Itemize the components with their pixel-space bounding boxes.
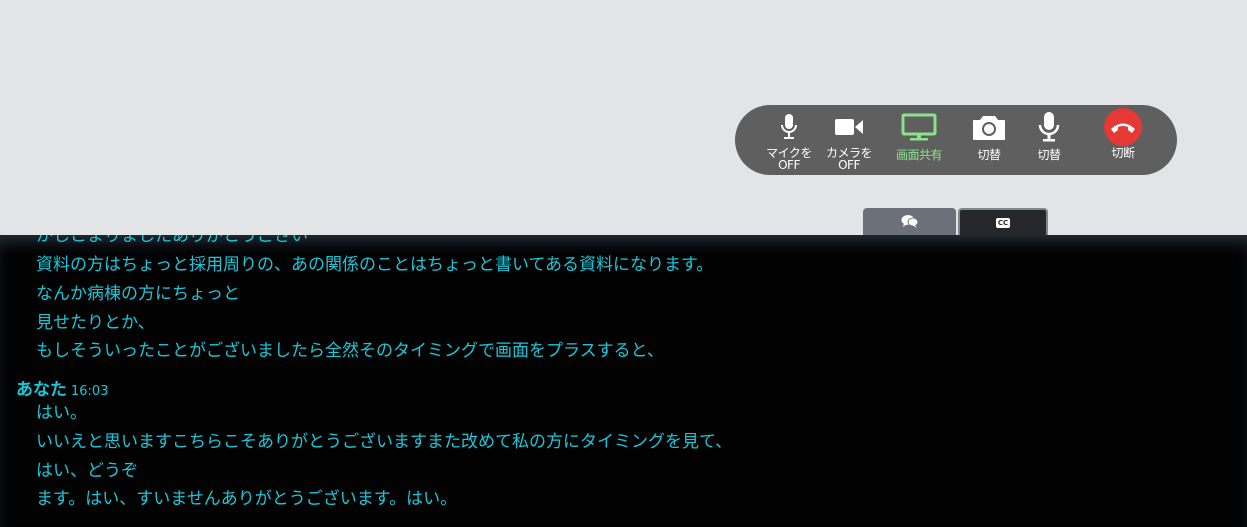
camera-off-button[interactable]: カメラを OFF (821, 105, 877, 175)
speaker-header: あなた 16:03 (16, 375, 108, 400)
mic-off-button[interactable]: マイクを OFF (762, 105, 816, 175)
caption-line: なんか病棟の方にちょっと (36, 284, 240, 304)
speaker-name: あなた (16, 380, 67, 400)
speaker-time: 16:03 (71, 384, 109, 399)
hangup-button[interactable]: 切断 (1097, 105, 1149, 175)
hangup-label: 切断 (1111, 146, 1135, 160)
caption-line: いいえと思いますこちらこそありがとうございますまた改めて私の方にタイミングを見て… (36, 432, 733, 452)
switch-camera-button[interactable]: 切替 (965, 105, 1013, 175)
video-camera-icon (834, 111, 864, 143)
caption-line: 見せたりとか、 (36, 313, 155, 333)
screen-share-button[interactable]: 画面共有 (888, 105, 950, 175)
caption-line: ます。はい、すいませんありがとうございます。はい。 (36, 489, 458, 509)
caption-line: 資料の方はちょっと採用周りの、あの関係のことはちょっと書いてある資料になります。 (36, 255, 714, 275)
tab-captions[interactable]: CC (958, 208, 1048, 236)
microphone-icon (780, 111, 798, 143)
phone-hangup-icon (1104, 108, 1142, 146)
switch-mic-button[interactable]: 切替 (1025, 105, 1073, 175)
caption-panel: かしこまりましたありがとうござい 資料の方はちょっと採用周りの、あの関係のことは… (0, 235, 1247, 527)
mic-off-label: マイクを OFF (766, 146, 812, 172)
caption-line: かしこまりましたありがとうござい (36, 235, 308, 246)
camera-icon (972, 111, 1006, 143)
microphone-icon (1037, 111, 1061, 143)
caption-line: もしそういったことがございましたら全然そのタイミングで画面をプラスすると、 (36, 341, 664, 361)
camera-off-label: カメラを OFF (825, 146, 873, 172)
caption-line: はい。 (36, 403, 87, 423)
monitor-icon (901, 111, 937, 143)
screen-share-label: 画面共有 (895, 148, 943, 162)
cc-icon: CC (995, 218, 1011, 228)
caption-line: はい、どうぞ (36, 461, 138, 481)
switch-camera-label: 切替 (977, 148, 1001, 162)
switch-mic-label: 切替 (1037, 148, 1061, 162)
call-toolbar: マイクを OFF カメラを OFF 画面共有 切替 切替 切断 (735, 105, 1177, 175)
chat-bubbles-icon (901, 213, 919, 232)
tab-chat[interactable] (863, 208, 956, 236)
